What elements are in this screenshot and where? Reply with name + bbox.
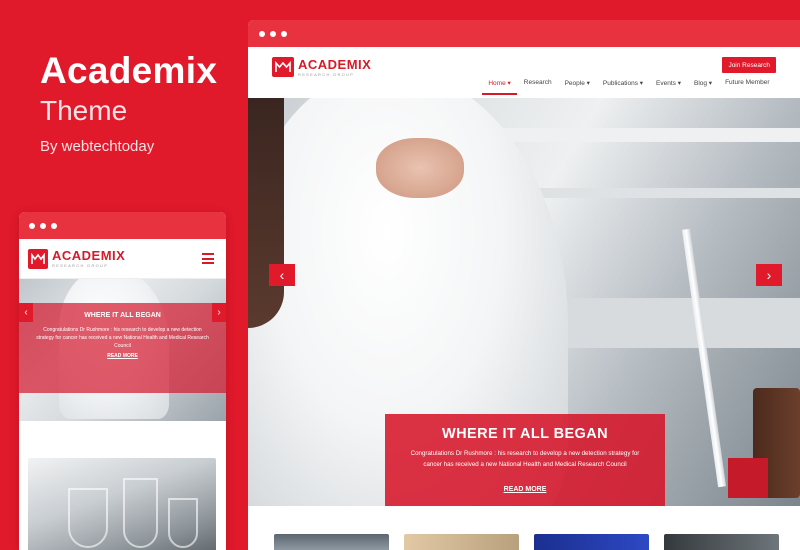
join-research-button[interactable]: Join Research xyxy=(722,57,776,73)
nav-item-people[interactable]: People ▾ xyxy=(558,79,596,91)
desktop-preview: ACADEMIX RESEARCH GROUP Join Research Ho… xyxy=(248,20,800,550)
promo-subtitle: Theme xyxy=(40,95,128,126)
mobile-preview: ACADEMIX RESEARCH GROUP WHERE IT ALL BEG… xyxy=(19,212,226,550)
featured-image-card[interactable] xyxy=(28,458,216,550)
slide-title: WHERE IT ALL BEGAN xyxy=(84,312,161,319)
read-more-link[interactable]: READ MORE xyxy=(385,486,665,493)
flask-graphic xyxy=(68,488,108,548)
thumbnail-card[interactable] xyxy=(664,534,779,550)
hero-image-hair xyxy=(248,98,284,328)
site-logo[interactable]: ACADEMIX RESEARCH GROUP xyxy=(272,57,371,77)
thumbnail-card[interactable] xyxy=(534,534,649,550)
chevron-left-icon[interactable]: ‹ xyxy=(269,264,295,286)
logo-tagline: RESEARCH GROUP xyxy=(298,71,355,77)
slide-title: WHERE IT ALL BEGAN xyxy=(442,426,608,442)
nav-item-home[interactable]: Home ▾ xyxy=(481,79,518,95)
logo-mark-icon xyxy=(28,248,48,269)
slide-text: Congratulations Dr Rushmore : his resear… xyxy=(410,450,640,468)
logo-mark-icon xyxy=(272,57,294,77)
window-dot xyxy=(29,222,35,229)
mobile-hero-slider: WHERE IT ALL BEGAN Congratulations Dr Ru… xyxy=(19,279,226,421)
main-nav: Home ▾ Research People ▾ Publications ▾ … xyxy=(481,79,776,95)
promo-byline: By webtechtoday xyxy=(40,138,155,155)
window-dot xyxy=(270,30,276,37)
nav-item-research[interactable]: Research xyxy=(517,79,558,91)
chevron-left-icon[interactable]: ‹ xyxy=(19,303,33,322)
logo-name: ACADEMIX xyxy=(298,56,372,72)
window-chrome xyxy=(19,212,226,239)
mobile-header: ACADEMIX RESEARCH GROUP xyxy=(19,239,226,279)
nav-item-blog[interactable]: Blog ▾ xyxy=(687,79,718,91)
window-dot xyxy=(259,30,265,37)
flask-graphic xyxy=(123,478,158,548)
chevron-right-icon[interactable]: › xyxy=(756,264,782,286)
window-dot xyxy=(40,222,46,229)
lab-bench xyxy=(548,298,800,348)
window-dot xyxy=(51,222,57,229)
slide-text: Congratulations Dr Rushmore : his resear… xyxy=(36,327,209,349)
promo-title: Academix xyxy=(40,50,218,91)
chevron-right-icon[interactable]: › xyxy=(212,303,226,322)
window-chrome xyxy=(248,20,800,47)
logo-tagline: RESEARCH GROUP xyxy=(52,263,109,268)
hero-image-hand xyxy=(376,138,464,198)
window-dot xyxy=(281,30,287,37)
logo-name: ACADEMIX xyxy=(52,248,126,263)
slide-caption-box: WHERE IT ALL BEGAN Congratulations Dr Ru… xyxy=(385,414,665,506)
hero-slider: ‹ › WHERE IT ALL BEGAN Congratulations D… xyxy=(248,98,800,506)
site-logo[interactable]: ACADEMIX RESEARCH GROUP xyxy=(28,248,126,269)
nav-item-publications[interactable]: Publications ▾ xyxy=(596,79,649,91)
hamburger-icon[interactable] xyxy=(202,253,214,264)
nav-item-future-member[interactable]: Future Member xyxy=(719,79,776,91)
thumbnail-card[interactable] xyxy=(274,534,389,550)
thumbnail-card[interactable] xyxy=(404,534,519,550)
nav-item-events[interactable]: Events ▾ xyxy=(650,79,688,91)
read-more-link[interactable]: READ MORE xyxy=(19,353,226,359)
pipette-graphic xyxy=(681,228,727,488)
site-header: ACADEMIX RESEARCH GROUP Join Research Ho… xyxy=(248,47,800,99)
thumbnail-row xyxy=(274,534,779,550)
sample-box-graphic xyxy=(728,458,768,498)
flask-graphic xyxy=(168,498,198,548)
